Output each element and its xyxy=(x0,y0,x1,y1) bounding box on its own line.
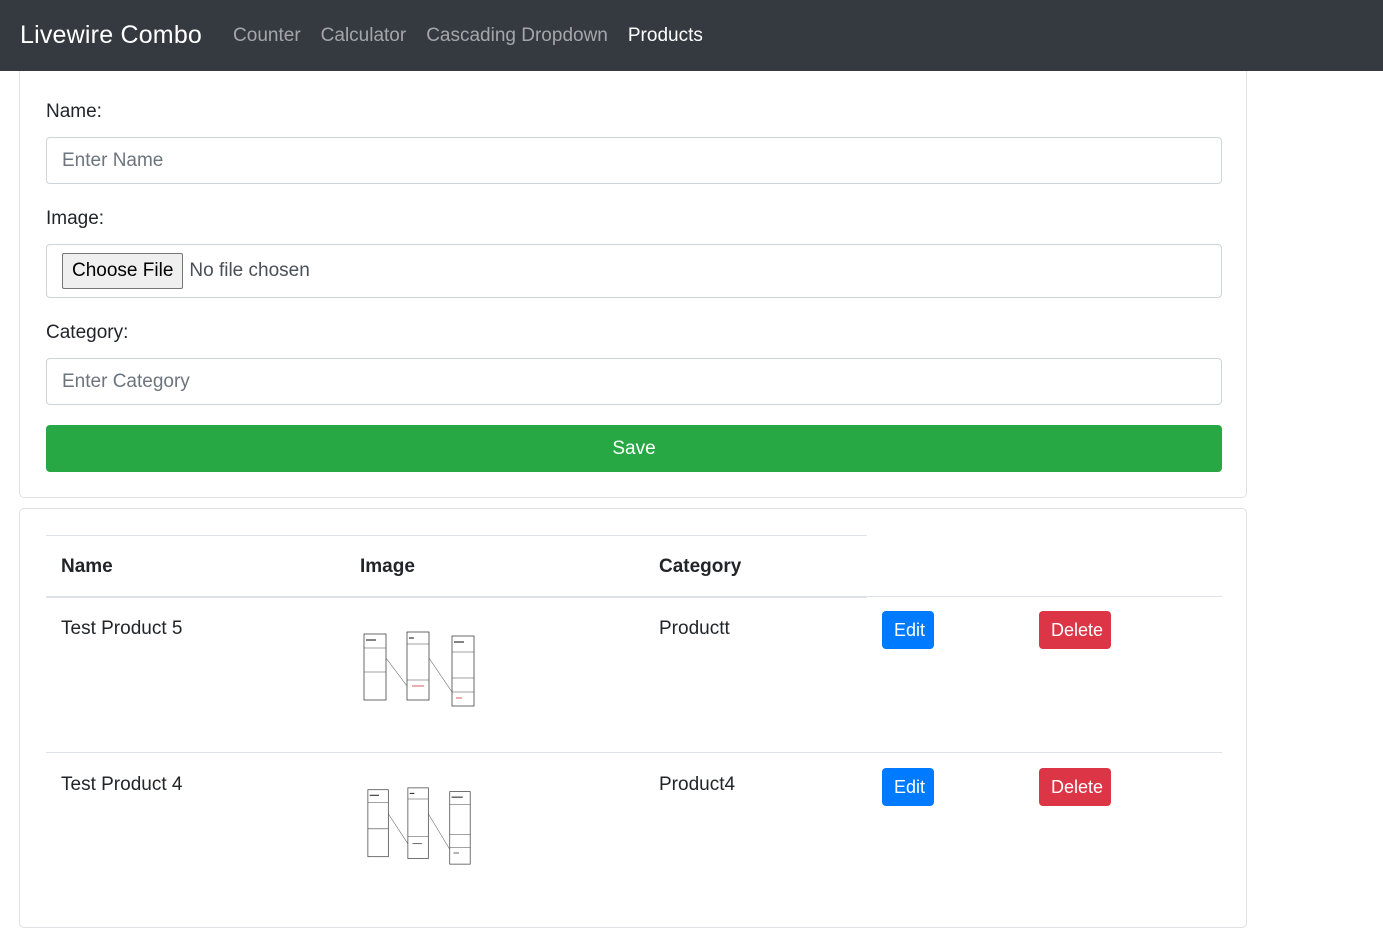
category-input[interactable] xyxy=(46,358,1222,405)
file-status-text: No file chosen xyxy=(189,260,310,281)
row-name: Test Product 4 xyxy=(61,774,183,795)
delete-button[interactable]: Delete xyxy=(1039,611,1111,649)
nav-link-cascading-dropdown[interactable]: Cascading Dropdown xyxy=(426,25,608,47)
row-divider xyxy=(46,752,1222,753)
choose-file-button[interactable]: Choose File xyxy=(62,253,184,289)
save-button[interactable]: Save xyxy=(46,425,1222,472)
diagram-thumbnail-icon xyxy=(363,631,475,707)
name-input[interactable] xyxy=(46,137,1222,184)
brand-title[interactable]: Livewire Combo xyxy=(20,21,202,50)
header-name: Name xyxy=(61,556,113,577)
header-category: Category xyxy=(659,556,742,577)
top-navbar: Livewire Combo Counter Calculator Cascad… xyxy=(0,0,1383,71)
diagram-thumbnail-icon xyxy=(367,787,471,865)
edit-button[interactable]: Edit xyxy=(882,611,934,649)
table-top-border xyxy=(46,535,867,536)
nav-link-products[interactable]: Products xyxy=(628,25,703,47)
header-divider xyxy=(46,596,867,598)
product-form-card: Name: Image: Choose File No file chosen … xyxy=(19,71,1247,498)
image-label: Image: xyxy=(46,208,105,229)
image-file-input[interactable]: Choose File No file chosen xyxy=(46,244,1222,298)
header-divider-right xyxy=(867,596,1222,597)
category-label: Category: xyxy=(46,322,129,343)
nav-link-counter[interactable]: Counter xyxy=(233,25,301,47)
row-name: Test Product 5 xyxy=(61,618,183,639)
row-category: Productt xyxy=(659,618,730,639)
row-category: Product4 xyxy=(659,774,736,795)
products-table-card: Name Image Category Test Product 5 Produ… xyxy=(19,508,1247,928)
header-image: Image xyxy=(360,556,415,577)
nav-link-calculator[interactable]: Calculator xyxy=(321,25,407,47)
delete-button[interactable]: Delete xyxy=(1039,768,1111,806)
edit-button[interactable]: Edit xyxy=(882,768,934,806)
name-label: Name: xyxy=(46,101,102,122)
